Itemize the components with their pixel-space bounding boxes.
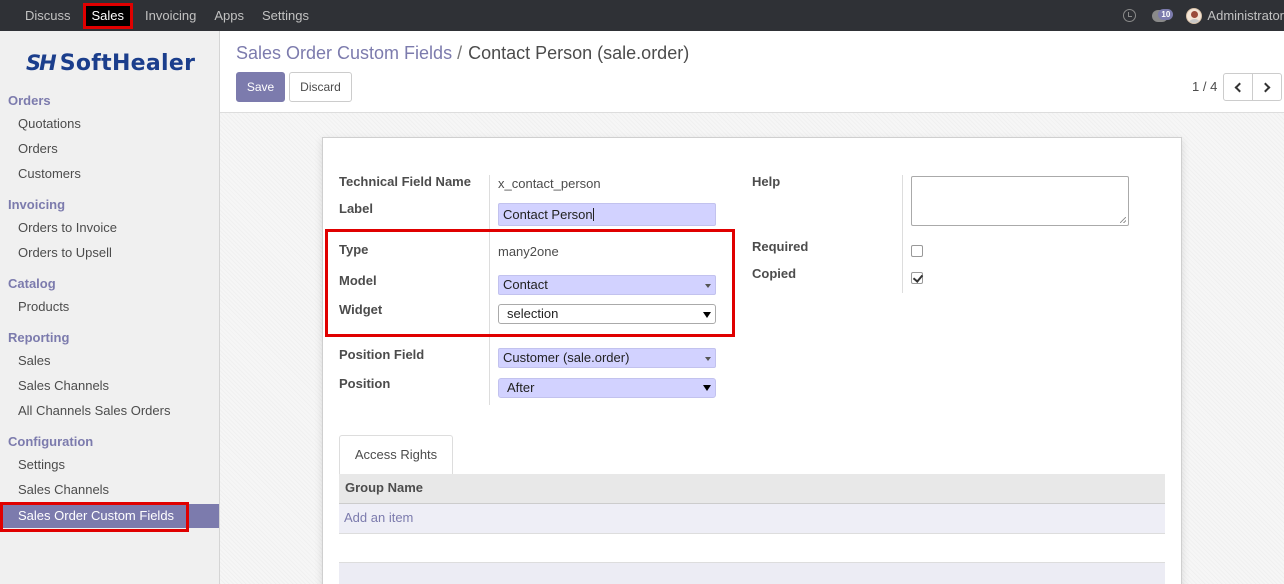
dropdown-arrow-icon [705,357,711,361]
discard-button[interactable]: Discard [289,72,352,102]
text-cursor [592,208,594,221]
logo-text: SoftHealer [59,50,196,76]
sidebar-item-orders-to-invoice[interactable]: Orders to Invoice [0,216,219,240]
dropdown-arrow-icon [705,284,711,288]
user-avatar[interactable] [1186,7,1203,24]
position-label: Position [339,376,391,391]
top-navbar: Discuss Sales Invoicing Apps Settings 10… [0,0,1284,31]
chat-icon[interactable]: 10 [1152,8,1174,22]
technical-field-name-label: Technical Field Name [339,174,471,189]
position-field-label: Position Field [339,347,425,362]
breadcrumb-separator: / [457,43,463,63]
model-label: Model [339,273,377,288]
sidebar-item-sales-channels[interactable]: Sales Channels [0,374,219,398]
company-logo: SH SoftHealer [26,50,195,76]
sidebar-item-config-sales-channels[interactable]: Sales Channels [0,478,219,502]
position-select[interactable]: After [498,378,716,398]
label-input[interactable]: Contact Person [498,203,716,226]
breadcrumb-parent-link[interactable]: Sales Order Custom Fields [236,43,452,63]
menu-sales[interactable]: Sales [82,2,134,29]
group-name-column-header[interactable]: Group Name [339,474,1165,504]
copied-checkbox[interactable] [911,272,923,284]
sidebar-item-orders-to-upsell[interactable]: Orders to Upsell [0,241,219,265]
sidebar-section-orders: Orders [8,93,51,108]
sidebar-item-quotations[interactable]: Quotations [0,112,219,136]
caret-down-icon [703,312,711,318]
sidebar-section-invoicing: Invoicing [8,197,66,212]
sidebar-item-customers[interactable]: Customers [0,162,219,186]
sidebar-section-catalog: Catalog [8,276,56,291]
position-field-select[interactable]: Customer (sale.order) [498,348,716,368]
sidebar-item-products[interactable]: Products [0,295,219,319]
systray: 10 Administrator [1123,0,1284,31]
activity-clock-icon[interactable] [1123,9,1137,22]
sidebar-item-sales[interactable]: Sales [0,349,219,373]
app-menu: Discuss Sales Invoicing Apps Settings [0,0,318,31]
breadcrumb-current: Contact Person (sale.order) [468,43,690,63]
save-button[interactable]: Save [236,72,285,102]
tab-access-rights[interactable]: Access Rights [339,435,453,475]
sidebar-item-orders[interactable]: Orders [0,137,219,161]
pager-previous-button[interactable] [1223,73,1253,101]
table-footer [339,562,1165,584]
required-label: Required [752,239,809,254]
type-value: many2one [498,244,559,259]
chevron-left-icon [1234,82,1245,92]
type-label: Type [339,242,369,257]
model-select[interactable]: Contact [498,275,716,295]
user-menu[interactable]: Administrator [1207,8,1284,23]
caret-down-icon [703,385,711,391]
menu-discuss[interactable]: Discuss [16,0,80,31]
help-label: Help [752,174,781,189]
logo-mark-icon: SH [26,51,57,75]
required-checkbox[interactable] [911,245,923,257]
left-group-separator [489,175,490,405]
sidebar-item-sales-order-custom-fields[interactable]: Sales Order Custom Fields [0,504,219,528]
widget-select[interactable]: selection [498,304,716,324]
sidebar-section-reporting: Reporting [8,330,70,345]
chat-badge: 10 [1158,8,1174,20]
technical-field-name-value: x_contact_person [498,176,601,191]
help-textarea[interactable] [911,176,1129,226]
widget-label: Widget [339,302,383,317]
pager-value[interactable]: 1 / 4 [1192,79,1217,94]
label-field-label: Label [339,201,373,216]
chevron-right-icon [1260,82,1271,92]
breadcrumb: Sales Order Custom Fields / Contact Person… [236,43,689,64]
position-field-select-value: Customer (sale.order) [503,350,630,365]
add-item-link[interactable]: Add an item [339,504,1165,534]
sidebar-item-settings[interactable]: Settings [0,453,219,477]
sidebar-item-all-channels-sales-orders[interactable]: All Channels Sales Orders [0,399,219,423]
menu-invoicing[interactable]: Invoicing [136,0,205,31]
menu-apps[interactable]: Apps [205,0,253,31]
label-input-value: Contact Person [503,207,593,222]
sidebar-section-configuration: Configuration [8,434,94,449]
right-group-separator [902,175,903,293]
model-select-value: Contact [503,277,548,292]
widget-select-value: selection [507,306,559,321]
copied-label: Copied [752,266,797,281]
position-select-value: After [507,380,535,395]
menu-settings[interactable]: Settings [253,0,318,31]
pager-next-button[interactable] [1252,73,1282,101]
